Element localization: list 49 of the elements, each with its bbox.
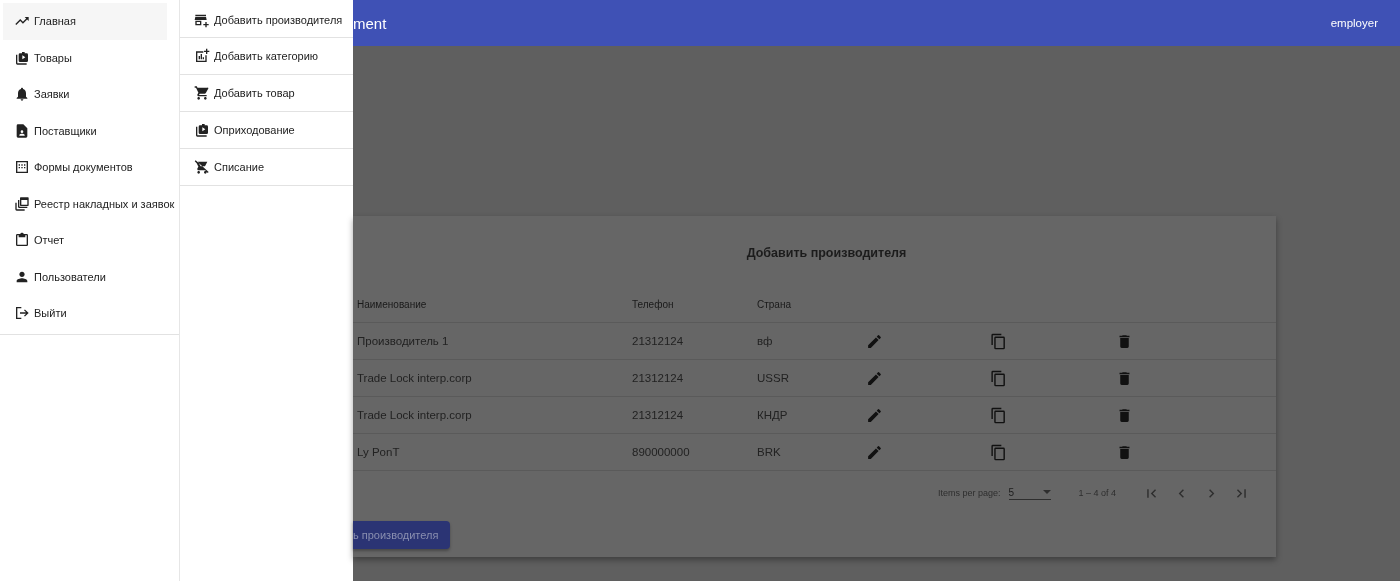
chart-plus-icon	[194, 48, 210, 64]
table-cell: Ly PonT	[357, 446, 400, 458]
store-plus-icon	[194, 12, 210, 28]
table-cell: Trade Lock interp.corp	[357, 409, 472, 421]
column-header: Наименование	[357, 298, 427, 310]
grid-form-icon	[14, 159, 30, 176]
sidebar-item[interactable]: Главная	[3, 3, 167, 40]
edit-icon[interactable]	[866, 406, 883, 424]
contact-document-icon	[14, 122, 30, 139]
clipboard-icon	[14, 232, 30, 249]
exit-icon	[14, 305, 30, 322]
caret-icon	[1042, 490, 1051, 494]
copy-icon[interactable]	[990, 369, 1007, 387]
card-title: Добавить производителя	[745, 245, 908, 262]
table-cell: 21312124	[632, 409, 684, 421]
column-header: Телефон	[632, 298, 674, 310]
table-cell: вф	[757, 335, 773, 347]
stacked-windows-icon	[14, 195, 30, 212]
sidebar-item[interactable]: Реестр накладных и заявок	[0, 185, 181, 222]
cart-icon	[194, 85, 210, 101]
table-cell: Trade Lock interp.corp	[357, 372, 472, 384]
app-title: ment	[353, 14, 387, 32]
sidebar-item[interactable]: Пользователи	[0, 258, 181, 295]
user-name[interactable]: employer	[1330, 17, 1378, 29]
cart-off-icon	[194, 159, 210, 175]
sidebar-item[interactable]: Выйти	[0, 295, 179, 335]
table-cell: Производитель 1	[357, 335, 449, 347]
copy-icon[interactable]	[990, 443, 1007, 461]
copy-icon[interactable]	[990, 332, 1007, 350]
sidebar-item[interactable]: Формы документов	[0, 149, 181, 186]
sidebar-item[interactable]: Поставщики	[0, 112, 181, 149]
sidebar-item[interactable]: Товары	[0, 39, 181, 76]
sidebar-item[interactable]: Отчет	[0, 222, 181, 259]
briefcase-play-icon	[14, 49, 30, 66]
table-cell: USSR	[757, 372, 789, 384]
table-cell: 890000000	[632, 446, 690, 458]
sidebar-item[interactable]: Заявки	[0, 76, 181, 113]
copy-icon[interactable]	[990, 406, 1007, 424]
table-cell: 21312124	[632, 335, 684, 347]
edit-icon[interactable]	[866, 443, 883, 461]
edit-icon[interactable]	[866, 332, 883, 350]
column-header: Страна	[757, 298, 791, 310]
edit-icon[interactable]	[866, 369, 883, 387]
table-cell: 21312124	[632, 372, 684, 384]
table-cell: BRK	[757, 446, 781, 458]
table-cell: КНДР	[757, 409, 788, 421]
briefcase-play-icon	[194, 122, 210, 138]
bell-icon	[14, 86, 30, 103]
add-button[interactable]: ь производителя	[353, 521, 451, 549]
